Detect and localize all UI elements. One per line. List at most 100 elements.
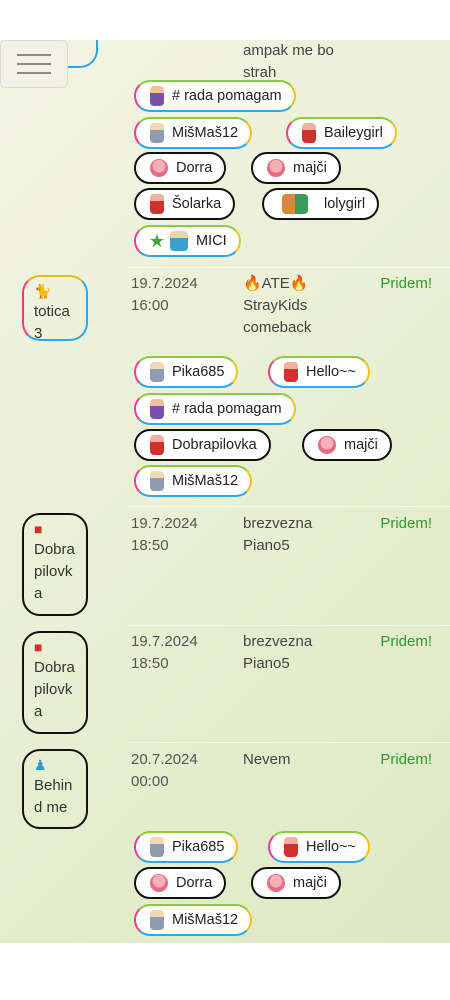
girl-icon <box>284 837 298 857</box>
event-title: ampak me bo strah <box>243 40 334 84</box>
participant-name: Dorra <box>176 160 213 176</box>
participant-name: lolygirl <box>324 196 366 212</box>
girl-icon <box>150 910 164 930</box>
avatar-name-line: Dobra <box>34 541 75 558</box>
participant-name: Hello~~ <box>306 839 356 855</box>
participant-chip[interactable]: Dorra <box>134 867 227 899</box>
event-time-line: 00:00 <box>131 773 169 790</box>
participant-chip[interactable]: lolygirl <box>262 188 380 220</box>
event-time-line: 18:50 <box>131 655 169 672</box>
event-date-line: 19.7.2024 <box>131 275 198 292</box>
avatar-name: totica 3 <box>34 301 76 345</box>
participant-name: Šolarka <box>172 196 222 212</box>
girl-icon <box>150 362 164 382</box>
hamburger-icon-line <box>17 63 51 65</box>
participant-name: MišMaš12 <box>172 912 239 928</box>
girl-icon <box>150 123 164 143</box>
participant-chip[interactable]: majči <box>251 152 341 184</box>
participant-chip[interactable]: majči <box>302 429 392 461</box>
girl-icon <box>150 837 164 857</box>
girl-icon: ■ <box>34 639 43 655</box>
status-label[interactable]: Pridem! <box>380 513 432 535</box>
girl-icon <box>302 123 316 143</box>
event-title-line: 🔥ATE🔥 <box>243 275 309 292</box>
participant-chip[interactable]: Hello~~ <box>268 831 370 863</box>
participant-name: # rada pomagam <box>172 401 282 417</box>
event-date-line: 19.7.2024 <box>131 515 198 532</box>
participant-chip[interactable]: MišMaš12 <box>134 465 253 497</box>
menu-button[interactable] <box>0 40 68 88</box>
event-title-line: brezvezna <box>243 515 313 532</box>
event-date: 19.7.2024 16:00 <box>131 273 241 317</box>
event-title[interactable]: brezvezna Piano5 <box>243 513 363 557</box>
row-divider <box>128 506 450 507</box>
cat-icon: 🐈 <box>34 283 52 299</box>
avatar[interactable]: ■ Dobra pilovk a <box>22 631 88 734</box>
avatar-name-line: Dobra <box>34 659 75 676</box>
avatar-name-line: pilovk <box>34 563 73 580</box>
participant-chip[interactable]: Dorra <box>134 152 227 184</box>
event-title[interactable]: Nevem <box>243 749 363 771</box>
status-label[interactable]: Pridem! <box>380 749 432 771</box>
avatar-name-line: 3 <box>34 325 43 342</box>
event-title-line: StrayKids <box>243 297 308 314</box>
avatar-name: Dobra pilovk a <box>34 539 76 605</box>
avatar[interactable]: ■ Dobra pilovk a <box>22 513 88 616</box>
dancer-icon <box>150 86 164 106</box>
participant-name: MICI <box>196 233 227 249</box>
participant-name: majči <box>293 875 327 891</box>
face-icon <box>267 874 285 892</box>
avatar[interactable]: 🐈 totica 3 <box>22 275 88 342</box>
participant-name: majči <box>344 437 378 453</box>
participant-name: Pika685 <box>172 839 225 855</box>
participant-name: MišMaš12 <box>172 473 239 489</box>
girl-icon <box>150 435 164 455</box>
avatar-name: Behin d me <box>34 775 76 819</box>
participant-chip[interactable]: Dobrapilovka <box>134 429 271 461</box>
participant-chip[interactable]: Baileygirl <box>286 117 397 149</box>
face-icon <box>267 159 285 177</box>
event-title-line: ampak me bo <box>243 42 334 59</box>
event-time-line: 18:50 <box>131 537 169 554</box>
event-title-line: Piano5 <box>243 537 290 554</box>
participant-name: # rada pomagam <box>172 88 282 104</box>
participant-chip[interactable]: majči <box>251 867 341 899</box>
participant-name: Baileygirl <box>324 125 383 141</box>
kids-icon <box>170 231 188 251</box>
event-title[interactable]: 🔥ATE🔥 StrayKids comeback <box>243 273 363 339</box>
event-date: 19.7.2024 18:50 <box>131 513 241 557</box>
participant-name: Dorra <box>176 875 213 891</box>
participant-chip[interactable]: MišMaš12 <box>134 904 253 936</box>
event-date: 20.7.2024 00:00 <box>131 749 241 793</box>
participant-chip[interactable]: Šolarka <box>134 188 236 220</box>
event-title[interactable]: brezvezna Piano5 <box>243 631 363 675</box>
dancer-icon <box>150 399 164 419</box>
status-label[interactable]: Pridem! <box>380 273 432 295</box>
participant-chip[interactable]: MišMaš12 <box>134 117 253 149</box>
face-icon <box>318 436 336 454</box>
avatar[interactable]: ♟ Behin d me <box>22 749 88 829</box>
star-icon: ★ <box>148 231 166 251</box>
participant-chip[interactable]: Pika685 <box>134 831 239 863</box>
participant-name: MišMaš12 <box>172 125 239 141</box>
participant-chip[interactable]: Hello~~ <box>268 356 370 388</box>
participant-chip[interactable]: ★ MICI <box>134 225 241 257</box>
participant-chip[interactable]: # rada pomagam <box>134 80 296 112</box>
event-title-line: Piano5 <box>243 655 290 672</box>
avatar-name-line: totica <box>34 303 70 320</box>
hamburger-icon-line <box>17 72 51 74</box>
participant-chip[interactable]: Pika685 <box>134 356 239 388</box>
event-date-line: 19.7.2024 <box>131 633 198 650</box>
event-date: 19.7.2024 18:50 <box>131 631 241 675</box>
kids-icon: ♟ <box>34 757 47 773</box>
hamburger-icon-line <box>17 54 51 56</box>
participant-name: Pika685 <box>172 364 225 380</box>
status-label[interactable]: Pridem! <box>380 631 432 653</box>
events-list: ampak me bo strah # rada pomagam MišMaš1… <box>0 40 450 943</box>
event-title-line: Nevem <box>243 751 291 768</box>
participant-chip[interactable]: # rada pomagam <box>134 393 296 425</box>
participant-name: majči <box>293 160 327 176</box>
girl-icon <box>150 159 168 177</box>
row-divider <box>128 625 450 626</box>
avatar-name-line: d me <box>34 799 68 816</box>
